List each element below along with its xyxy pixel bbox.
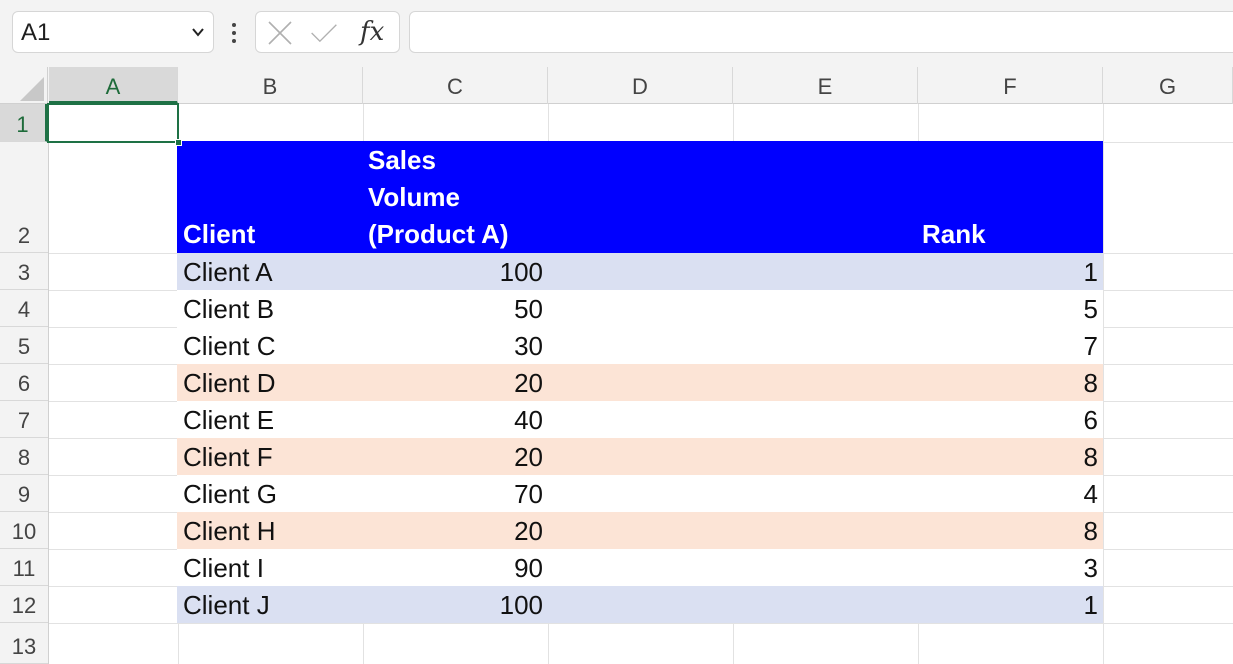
header-rank[interactable]: Rank xyxy=(922,216,986,253)
cell-rank[interactable]: 8 xyxy=(917,512,1098,549)
enter-check-icon[interactable] xyxy=(310,20,338,46)
cell-rank[interactable]: 7 xyxy=(917,327,1098,364)
column-header-f[interactable]: F xyxy=(918,67,1103,104)
row-headers: 1 2 3 4 5 6 7 8 9 10 11 12 13 xyxy=(0,104,49,664)
formula-input[interactable] xyxy=(409,11,1233,53)
column-header-c[interactable]: C xyxy=(363,67,548,104)
formula-bar: A1 fx xyxy=(0,0,1233,67)
row-header-11[interactable]: 11 xyxy=(0,549,48,586)
cell-rank[interactable]: 1 xyxy=(917,586,1098,623)
table-row: Client H 20 8 xyxy=(177,512,1103,549)
column-header-e[interactable]: E xyxy=(733,67,918,104)
column-headers: A B C D E F G xyxy=(0,67,1233,104)
cell-rank[interactable]: 3 xyxy=(917,549,1098,586)
cell-sales[interactable]: 20 xyxy=(362,364,543,401)
header-sales-line-2: Volume xyxy=(368,182,460,212)
selected-cell-a1[interactable] xyxy=(47,103,182,146)
cell-sales[interactable]: 40 xyxy=(362,401,543,438)
cell-sales[interactable]: 70 xyxy=(362,475,543,512)
cell-rank[interactable]: 8 xyxy=(917,438,1098,475)
cell-rank[interactable]: 5 xyxy=(917,290,1098,327)
column-header-b[interactable]: B xyxy=(178,67,363,104)
table-row: Client C 30 7 xyxy=(177,327,1103,364)
header-client[interactable]: Client xyxy=(183,216,255,253)
column-header-d[interactable]: D xyxy=(548,67,733,104)
cell-client[interactable]: Client C xyxy=(183,327,275,364)
name-box-value: A1 xyxy=(21,19,51,46)
table-row: Client A 100 1 xyxy=(177,253,1103,290)
column-header-a[interactable]: A xyxy=(49,67,178,104)
row-header-7[interactable]: 7 xyxy=(0,401,48,438)
header-sales-volume[interactable]: Sales Volume (Product A) xyxy=(368,142,509,253)
row-header-10[interactable]: 10 xyxy=(0,512,48,549)
cell-rank[interactable]: 1 xyxy=(917,253,1098,290)
fill-handle[interactable] xyxy=(175,139,182,146)
cell-sales[interactable]: 30 xyxy=(362,327,543,364)
cell-client[interactable]: Client E xyxy=(183,401,274,438)
cell-sales[interactable]: 100 xyxy=(362,253,543,290)
cancel-icon[interactable] xyxy=(266,20,294,46)
table-row: Client G 70 4 xyxy=(177,475,1103,512)
row-header-2[interactable]: 2 xyxy=(0,142,48,253)
row-header-12[interactable]: 12 xyxy=(0,586,48,623)
row-header-4[interactable]: 4 xyxy=(0,290,48,327)
cell-client[interactable]: Client I xyxy=(183,549,264,586)
table-row: Client D 20 8 xyxy=(177,364,1103,401)
row-header-9[interactable]: 9 xyxy=(0,475,48,512)
row-header-1[interactable]: 1 xyxy=(0,104,48,142)
formula-actions: fx xyxy=(255,11,400,53)
cell-client[interactable]: Client D xyxy=(183,364,275,401)
row-header-13[interactable]: 13 xyxy=(0,623,48,664)
column-header-g[interactable]: G xyxy=(1103,67,1233,104)
table-row: Client B 50 5 xyxy=(177,290,1103,327)
header-sales-line-3: (Product A) xyxy=(368,219,509,249)
name-box[interactable]: A1 xyxy=(12,11,214,53)
row-header-6[interactable]: 6 xyxy=(0,364,48,401)
row-header-8[interactable]: 8 xyxy=(0,438,48,475)
cell-sales[interactable]: 50 xyxy=(362,290,543,327)
cell-client[interactable]: Client G xyxy=(183,475,277,512)
select-all-button[interactable] xyxy=(0,67,48,104)
cell-sales[interactable]: 20 xyxy=(362,512,543,549)
cell-rank[interactable]: 4 xyxy=(917,475,1098,512)
table-row: Client F 20 8 xyxy=(177,438,1103,475)
cell-client[interactable]: Client B xyxy=(183,290,274,327)
cell-rank[interactable]: 6 xyxy=(917,401,1098,438)
cell-client[interactable]: Client A xyxy=(183,253,273,290)
cell-sales[interactable]: 20 xyxy=(362,438,543,475)
more-options-icon[interactable] xyxy=(224,20,244,46)
table-row: Client I 90 3 xyxy=(177,549,1103,586)
cell-sales[interactable]: 100 xyxy=(362,586,543,623)
cell-sales[interactable]: 90 xyxy=(362,549,543,586)
header-sales-line-1: Sales xyxy=(368,145,436,175)
cell-rank[interactable]: 8 xyxy=(917,364,1098,401)
table-row: Client J 100 1 xyxy=(177,586,1103,623)
row-header-5[interactable]: 5 xyxy=(0,327,48,364)
table-header-row: Client Sales Volume (Product A) Rank xyxy=(177,141,1103,253)
cell-client[interactable]: Client J xyxy=(183,586,270,623)
table-row: Client E 40 6 xyxy=(177,401,1103,438)
chevron-down-icon[interactable] xyxy=(191,25,205,39)
insert-function-icon[interactable]: fx xyxy=(360,17,384,47)
cell-client[interactable]: Client F xyxy=(183,438,273,475)
cell-client[interactable]: Client H xyxy=(183,512,275,549)
row-header-3[interactable]: 3 xyxy=(0,253,48,290)
